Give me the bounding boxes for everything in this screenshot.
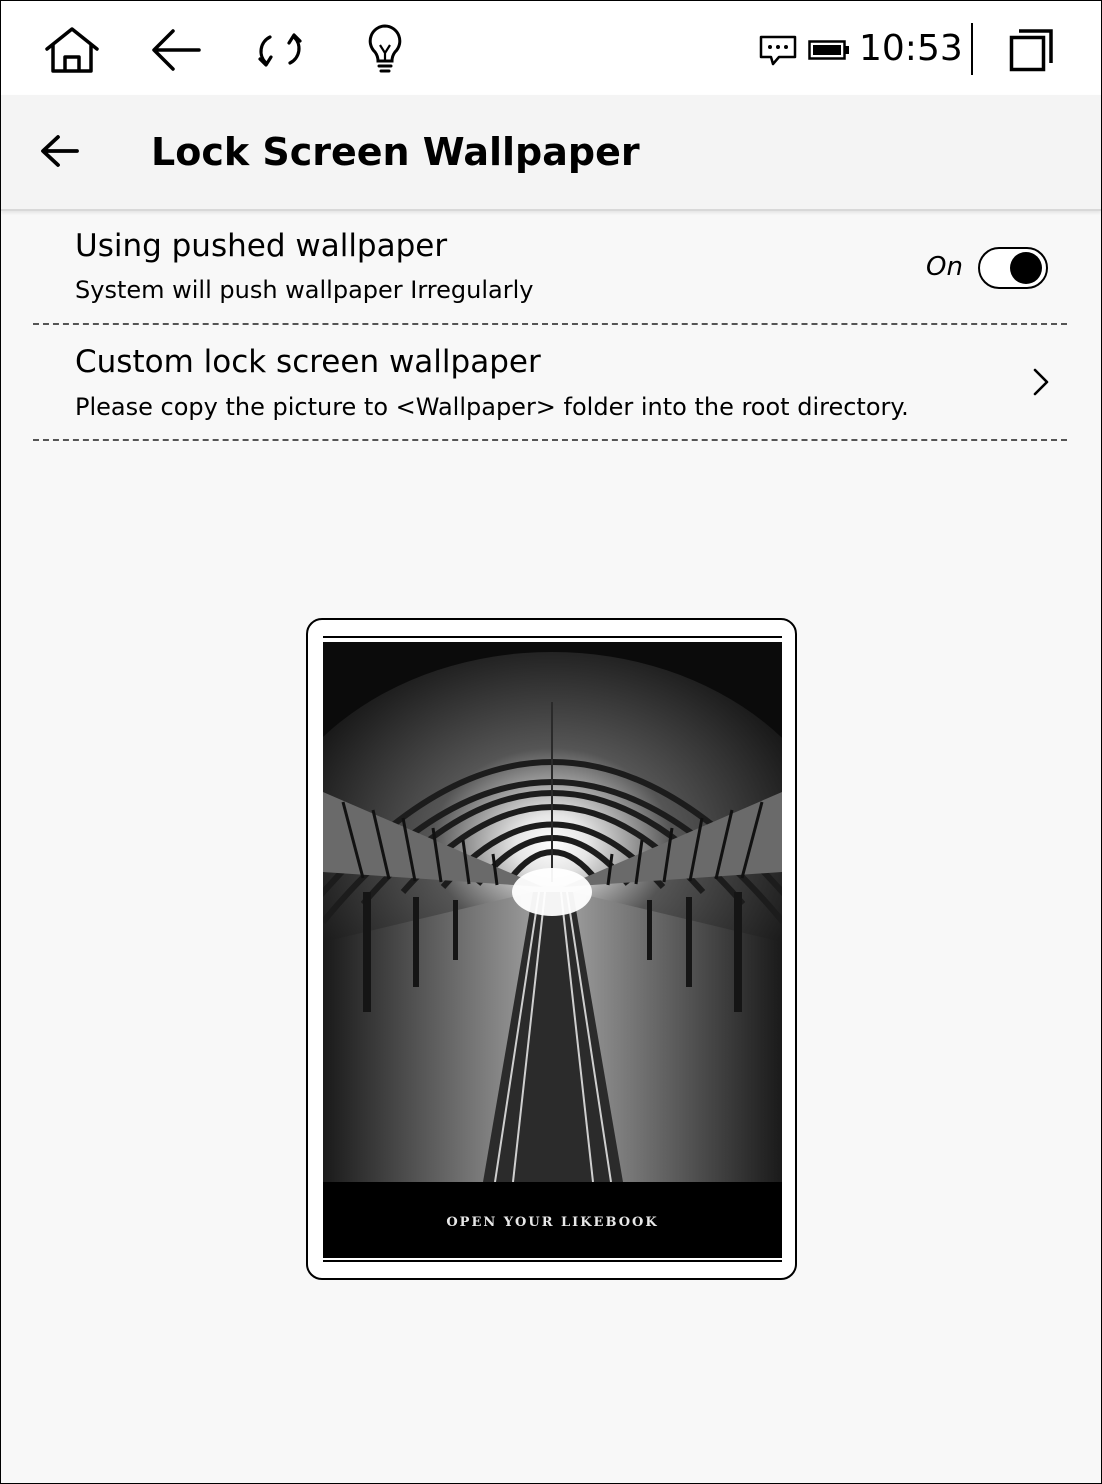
custom-wallpaper-subtitle: Please copy the picture to <Wallpaper> f… (75, 393, 909, 421)
title-bar: Lock Screen Wallpaper (1, 95, 1101, 211)
screen: 10:53 Lock Screen Wallpaper Using pushed… (0, 0, 1102, 1484)
pushed-wallpaper-setting[interactable]: Using pushed wallpaper System will push … (1, 225, 1101, 325)
window-icon[interactable] (1009, 27, 1055, 73)
pushed-wallpaper-title: Using pushed wallpaper (75, 228, 448, 264)
pushed-wallpaper-toggle[interactable] (978, 247, 1048, 289)
wallpaper-image: OPEN YOUR LIKEBOOK (323, 642, 782, 1258)
home-icon[interactable] (43, 25, 101, 75)
wallpaper-preview-device: OPEN YOUR LIKEBOOK (306, 618, 797, 1280)
toggle-state-label: On (926, 252, 963, 282)
preview-screen: OPEN YOUR LIKEBOOK (323, 636, 782, 1262)
battery-icon (808, 40, 849, 60)
chevron-right-icon[interactable] (1031, 367, 1051, 397)
page-title: Lock Screen Wallpaper (151, 130, 640, 174)
clock: 10:53 (859, 28, 963, 69)
divider (33, 323, 1067, 325)
pushed-wallpaper-subtitle: System will push wallpaper Irregularly (75, 276, 534, 304)
custom-wallpaper-title: Custom lock screen wallpaper (75, 344, 541, 380)
message-icon (759, 35, 797, 66)
system-status-bar: 10:53 (1, 1, 1101, 95)
lightbulb-icon[interactable] (365, 23, 405, 75)
status-divider (971, 23, 973, 75)
custom-wallpaper-setting[interactable]: Custom lock screen wallpaper Please copy… (1, 341, 1101, 441)
train-station-illustration (323, 642, 782, 1258)
wallpaper-caption: OPEN YOUR LIKEBOOK (446, 1215, 659, 1230)
back-arrow-icon[interactable] (149, 27, 203, 73)
toggle-knob (1010, 252, 1042, 284)
arrow-left-icon[interactable] (39, 133, 81, 169)
divider (33, 439, 1067, 441)
refresh-icon[interactable] (256, 25, 304, 75)
